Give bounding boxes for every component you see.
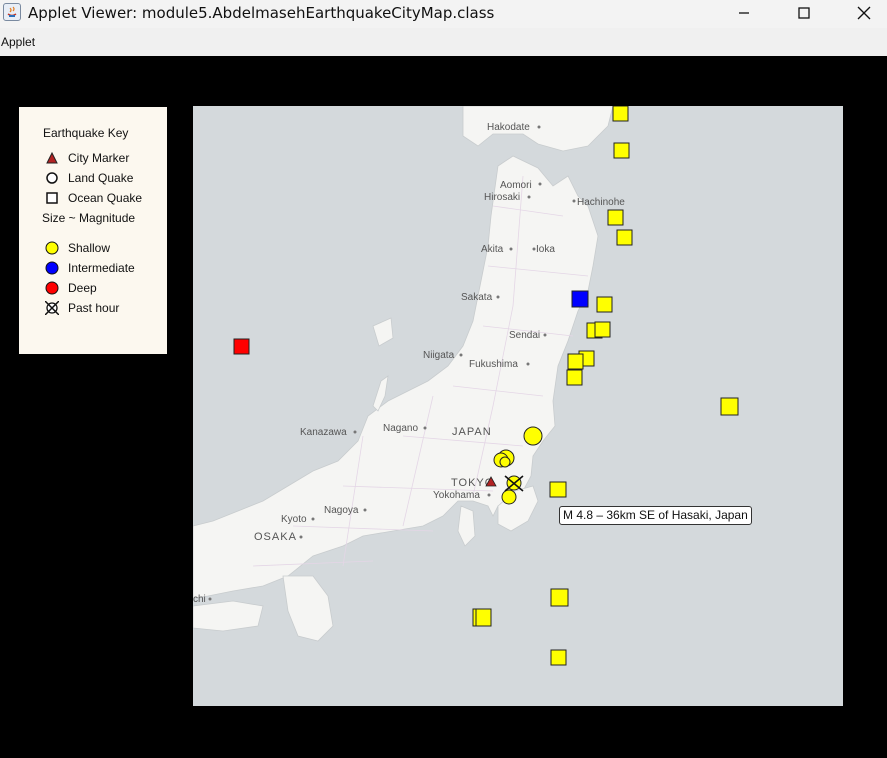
deep-dot-icon: [45, 281, 59, 295]
map-label-sakata: Sakata: [461, 292, 493, 303]
map-label-ioka: Ioka: [536, 244, 555, 255]
map-label-nagoya: Nagoya: [324, 505, 359, 516]
key-item-deep: Deep: [19, 279, 167, 297]
ocean-quake-marker[interactable]: [616, 229, 633, 246]
key-item-intermediate: Intermediate: [19, 259, 167, 277]
key-item-ocean-quake: Ocean Quake: [19, 189, 167, 207]
circle-outline-icon: [46, 172, 58, 184]
key-title: Earthquake Key: [43, 126, 129, 140]
map-label-nagano: Nagano: [383, 423, 418, 434]
past-hour-icon: [45, 301, 59, 315]
ocean-quake-marker[interactable]: [549, 481, 567, 498]
key-item-city-marker: City Marker: [19, 149, 167, 167]
java-app-icon: [3, 3, 21, 21]
map-label-kyoto: Kyoto: [281, 514, 307, 525]
land-quake-marker[interactable]: [523, 426, 543, 446]
quake-tooltip: M 4.8 – 36km SE of Hasaki, Japan: [559, 506, 752, 525]
square-outline-icon: [46, 192, 58, 204]
ocean-quake-marker[interactable]: [550, 588, 569, 607]
ocean-quake-marker[interactable]: [607, 209, 624, 226]
ocean-quake-marker[interactable]: [233, 338, 250, 355]
ocean-quake-marker[interactable]: [475, 608, 492, 627]
ocean-quake-marker[interactable]: [612, 106, 629, 122]
land-quake-marker[interactable]: [501, 489, 517, 505]
window-title: Applet Viewer: module5.AbdelmasehEarthqu…: [28, 4, 495, 22]
map-label-osaka: OSAKA: [254, 531, 297, 543]
key-size-label: Size ~ Magnitude: [42, 211, 136, 225]
triangle-icon: [46, 151, 58, 164]
map-label-akita: Akita: [481, 244, 504, 255]
ocean-quake-marker[interactable]: [594, 321, 611, 338]
menu-applet[interactable]: Applet: [1, 35, 35, 49]
menu-bar: Applet: [0, 28, 887, 56]
ocean-quake-marker[interactable]: [567, 353, 584, 370]
map-label-chi: chi: [193, 594, 206, 605]
map-label-sendai: Sendai: [509, 330, 540, 341]
map-label-hirosaki: Hirosaki: [484, 192, 520, 203]
intermediate-dot-icon: [45, 261, 59, 275]
map-label-aomori: Aomori: [500, 180, 532, 191]
earthquake-map[interactable]: Hakodate Aomori Hachinohe Hirosaki Akita…: [193, 106, 843, 706]
key-item-shallow: Shallow: [19, 239, 167, 257]
minimize-button[interactable]: [721, 0, 767, 28]
map-label-fukushima: Fukushima: [469, 359, 518, 370]
minimize-icon: [739, 12, 749, 14]
earthquake-key: Earthquake Key City Marker Land Quake Oc…: [19, 107, 167, 354]
ocean-quake-marker[interactable]: [571, 290, 589, 308]
map-label-kanazawa: Kanazawa: [300, 427, 347, 438]
ocean-quake-marker[interactable]: [566, 369, 583, 386]
close-button[interactable]: [841, 0, 887, 28]
key-item-past-hour: Past hour: [19, 299, 167, 317]
map-label-yokohama: Yokohama: [433, 490, 480, 501]
title-bar: Applet Viewer: module5.AbdelmasehEarthqu…: [0, 0, 887, 28]
ocean-quake-marker[interactable]: [613, 142, 630, 159]
shallow-dot-icon: [45, 241, 59, 255]
ocean-quake-marker[interactable]: [720, 397, 739, 416]
land-quake-marker[interactable]: [499, 456, 511, 468]
map-label-niigata: Niigata: [423, 350, 455, 361]
map-label-hachinohe: Hachinohe: [577, 197, 625, 208]
map-label-hakodate: Hakodate: [487, 122, 530, 133]
ocean-quake-marker[interactable]: [596, 296, 613, 313]
ocean-quake-marker[interactable]: [550, 649, 567, 666]
map-label-japan: JAPAN: [452, 426, 492, 438]
maximize-icon: [798, 7, 810, 19]
map-graphic: Hakodate Aomori Hachinohe Hirosaki Akita…: [193, 106, 739, 666]
maximize-button[interactable]: [781, 0, 827, 28]
close-icon: [857, 6, 871, 20]
key-item-land-quake: Land Quake: [19, 169, 167, 187]
applet-canvas: Hakodate Aomori Hachinohe Hirosaki Akita…: [0, 56, 887, 758]
